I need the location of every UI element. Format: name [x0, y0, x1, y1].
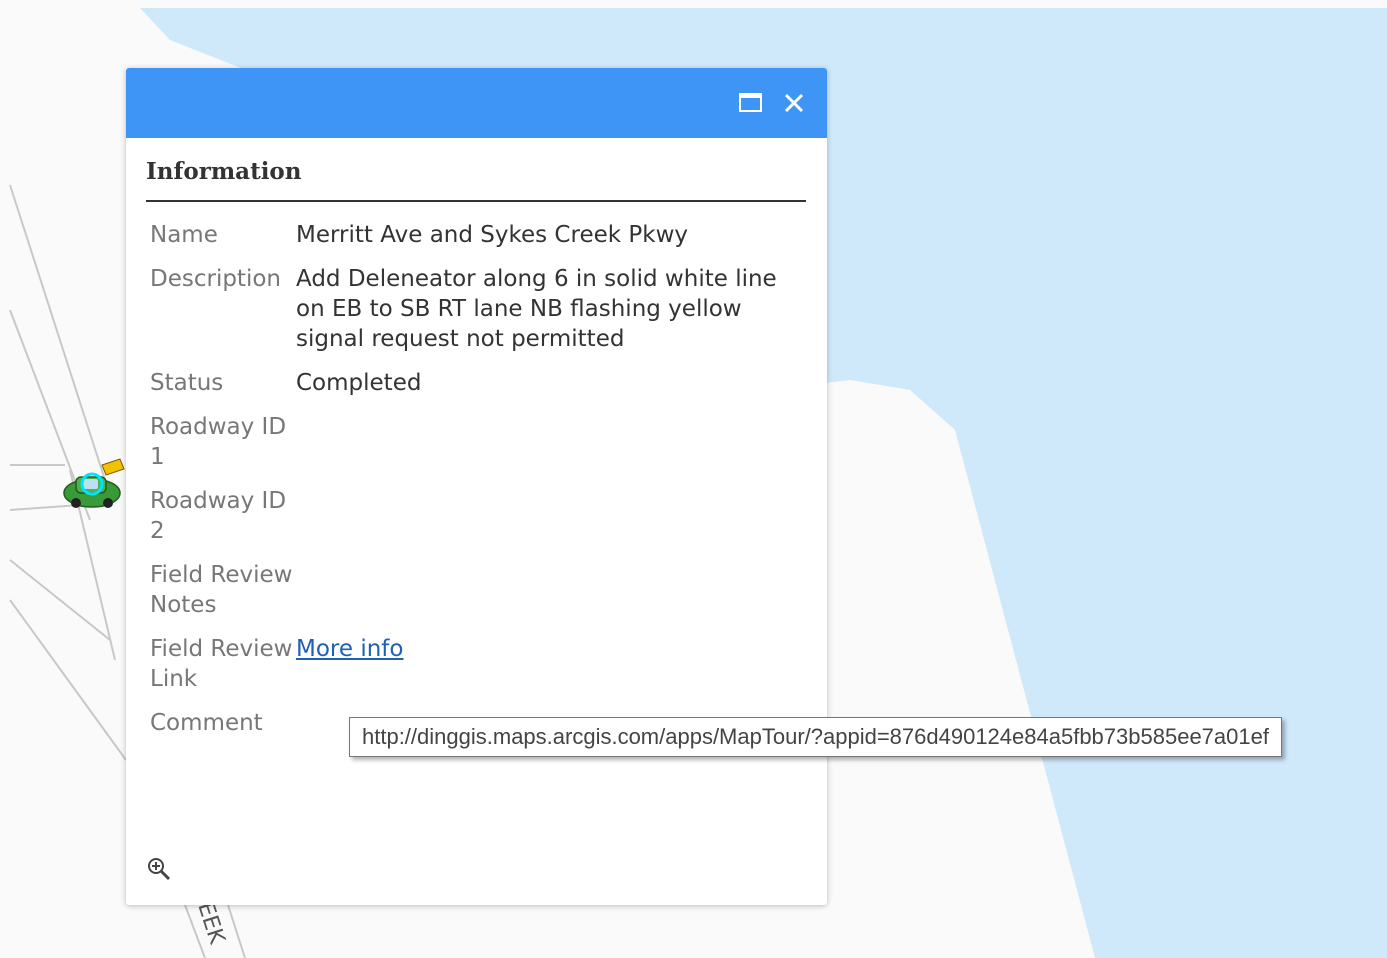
attribute-row: Field Review Notes — [150, 560, 800, 634]
more-info-link[interactable]: More info — [296, 636, 403, 662]
attribute-value: More info — [296, 634, 800, 708]
attribute-value — [296, 412, 800, 486]
popup-header — [126, 68, 827, 138]
zoom-to-icon[interactable] — [146, 856, 172, 882]
attribute-row: Description Add Deleneator along 6 in so… — [150, 264, 800, 368]
attribute-row: Roadway ID 1 — [150, 412, 800, 486]
attribute-name: Roadway ID 2 — [150, 488, 287, 544]
info-popup: Information Name Merritt Ave and Sykes C… — [126, 68, 827, 905]
attribute-name: Field Review Notes — [150, 562, 293, 618]
attribute-value: Merritt Ave and Sykes Creek Pkwy — [296, 222, 688, 248]
attribute-name: Status — [150, 370, 224, 396]
popup-title: Information — [146, 158, 302, 185]
attribute-name: Roadway ID 1 — [150, 414, 287, 470]
link-tooltip: http://dinggis.maps.arcgis.com/apps/MapT… — [349, 717, 1282, 757]
maximize-icon[interactable] — [738, 90, 764, 116]
attribute-value — [296, 486, 800, 560]
attribute-row: Name Merritt Ave and Sykes Creek Pkwy — [150, 220, 800, 264]
title-divider — [146, 200, 806, 202]
attribute-row: Field Review Link More info — [150, 634, 800, 708]
attribute-name: Comment — [150, 710, 263, 736]
attribute-value: Completed — [296, 370, 422, 396]
attribute-name: Field Review Link — [150, 636, 293, 692]
close-icon[interactable] — [781, 90, 807, 116]
attribute-row: Roadway ID 2 — [150, 486, 800, 560]
attribute-name: Description — [150, 266, 281, 292]
attribute-name: Name — [150, 222, 218, 248]
attribute-table: Name Merritt Ave and Sykes Creek Pkwy De… — [150, 220, 800, 752]
attribute-value — [296, 560, 800, 634]
attribute-row: Status Completed — [150, 368, 800, 412]
attribute-value: Add Deleneator along 6 in solid white li… — [296, 266, 777, 352]
